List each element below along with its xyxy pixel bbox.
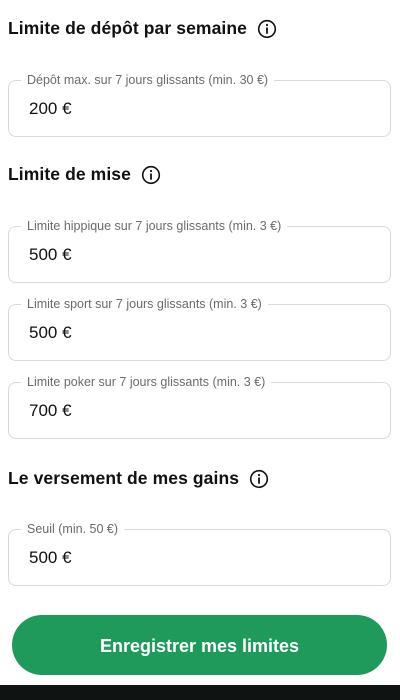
payout-title-text: Le versement de mes gains (8, 468, 240, 488)
poker-limit-label: Limite poker sur 7 jours glissants (min.… (21, 374, 272, 390)
sport-limit-input[interactable] (29, 323, 329, 343)
payout-threshold-input[interactable] (29, 548, 329, 568)
save-limits-button[interactable]: Enregistrer mes limites (12, 615, 387, 675)
horse-racing-limit-field[interactable]: Limite hippique sur 7 jours glissants (m… (8, 218, 391, 283)
deposit-limit-label: Dépôt max. sur 7 jours glissants (min. 3… (21, 72, 275, 88)
payout-threshold-label: Seuil (min. 50 €) (21, 521, 125, 537)
horse-racing-limit-label: Limite hippique sur 7 jours glissants (m… (21, 218, 288, 234)
horse-racing-limit-input[interactable] (29, 245, 329, 265)
bet-limit-title-text: Limite de mise (8, 164, 131, 184)
deposit-limit-title: Limite de dépôt par semaine (8, 18, 277, 39)
poker-limit-input[interactable] (29, 401, 329, 421)
payout-title: Le versement de mes gains (8, 468, 269, 489)
deposit-limit-title-text: Limite de dépôt par semaine (8, 18, 248, 38)
info-icon[interactable] (141, 165, 161, 185)
bet-limit-title: Limite de mise (8, 164, 161, 185)
poker-limit-field[interactable]: Limite poker sur 7 jours glissants (min.… (8, 374, 391, 439)
deposit-limit-input[interactable] (29, 99, 329, 119)
info-icon[interactable] (249, 469, 269, 489)
system-navigation-bar (0, 685, 400, 700)
payout-threshold-field[interactable]: Seuil (min. 50 €) (8, 521, 391, 586)
deposit-limit-field[interactable]: Dépôt max. sur 7 jours glissants (min. 3… (8, 72, 391, 137)
sport-limit-label: Limite sport sur 7 jours glissants (min.… (21, 296, 268, 312)
sport-limit-field[interactable]: Limite sport sur 7 jours glissants (min.… (8, 296, 391, 361)
info-icon[interactable] (257, 19, 277, 39)
